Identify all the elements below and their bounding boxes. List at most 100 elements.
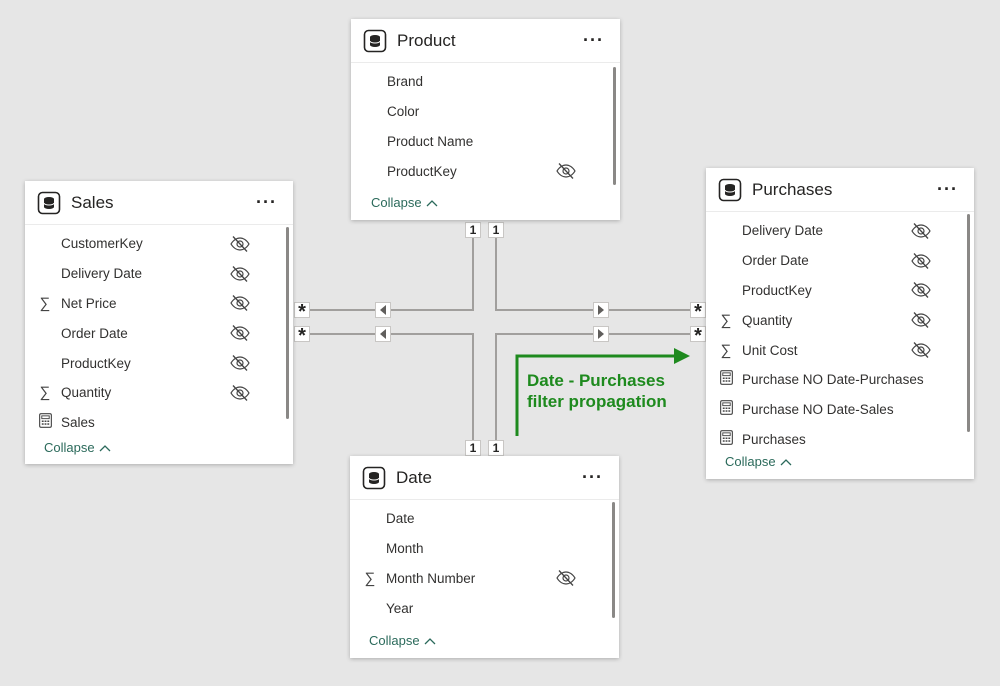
sigma-icon: ∑ [720, 311, 732, 329]
field-row[interactable]: ∑ Quantity [706, 305, 974, 335]
more-options-icon[interactable]: ··· [252, 192, 281, 213]
table-icon [37, 191, 61, 214]
note-line-1: Date - Purchases [527, 371, 665, 390]
field-name: ProductKey [387, 163, 457, 179]
field-name: CustomerKey [61, 236, 143, 252]
field-row[interactable]: Date [350, 504, 619, 534]
field-row[interactable]: ∑ Month Number [350, 564, 619, 594]
hidden-eye-icon [910, 281, 932, 299]
relationship-date-sales [310, 333, 474, 440]
table-header[interactable]: Product ··· [351, 19, 620, 63]
hidden-eye-icon [229, 265, 251, 283]
field-row[interactable]: ∑ Unit Cost [706, 335, 974, 365]
scrollbar[interactable] [612, 502, 615, 618]
table-icon [362, 466, 386, 489]
chevron-up-icon [780, 458, 792, 465]
field-row[interactable]: ProductKey [706, 276, 974, 306]
sigma-icon: ∑ [720, 341, 732, 359]
field-row[interactable]: Delivery Date [25, 259, 293, 289]
table-header[interactable]: Sales ··· [25, 181, 293, 225]
table-title: Purchases [752, 179, 833, 199]
field-name: Delivery Date [61, 266, 143, 282]
hidden-eye-icon [229, 235, 251, 253]
cardinality-one-product-left: 1 [465, 222, 481, 238]
more-options-icon[interactable]: ··· [578, 467, 607, 488]
field-row[interactable]: Purchase NO Date-Purchases [706, 365, 974, 395]
table-title: Sales [71, 192, 114, 212]
calculator-icon [37, 413, 53, 432]
field-name: Product Name [387, 133, 474, 149]
cardinality-many-sales-top: * [294, 302, 310, 322]
field-name: Month [386, 541, 424, 557]
calculator-icon [718, 400, 734, 419]
calculator-icon [718, 370, 734, 389]
field-name: Brand [387, 74, 424, 90]
scrollbar[interactable] [286, 227, 289, 419]
collapse-button[interactable]: Collapse [369, 633, 436, 648]
collapse-label: Collapse [44, 440, 95, 455]
hidden-eye-icon [910, 222, 932, 240]
field-row[interactable]: ProductKey [351, 156, 620, 186]
table-title: Product [397, 30, 456, 50]
cardinality-many-purchases-top: * [690, 302, 706, 322]
field-row[interactable]: Brand [351, 67, 620, 97]
relationship-product-sales [310, 236, 474, 311]
cardinality-one-product-right: 1 [488, 222, 504, 238]
chevron-up-icon [426, 199, 438, 206]
cardinality-one-date-left: 1 [465, 440, 481, 456]
collapse-label: Collapse [369, 633, 420, 648]
field-row[interactable]: ∑ Net Price [25, 289, 293, 319]
table-card-product[interactable]: Product ··· Brand Color Product Name Produc… [351, 19, 620, 220]
field-name: Purchase NO Date-Purchases [742, 372, 924, 388]
field-name: Date [386, 511, 415, 527]
cardinality-one-date-right: 1 [488, 440, 504, 456]
table-card-purchases[interactable]: Purchases ··· Delivery Date Order Date Pro… [706, 168, 974, 479]
field-name: Color [387, 104, 420, 120]
hidden-eye-icon [229, 354, 251, 372]
field-name: Order Date [742, 253, 809, 269]
table-header[interactable]: Purchases ··· [706, 168, 974, 212]
field-row[interactable]: ∑ Quantity [25, 378, 293, 408]
field-name: Purchases [742, 431, 806, 447]
collapse-button[interactable]: Collapse [725, 454, 792, 469]
field-row[interactable]: Sales [25, 408, 293, 438]
collapse-button[interactable]: Collapse [371, 195, 438, 210]
field-row[interactable]: CustomerKey [25, 229, 293, 259]
field-row[interactable]: Purchases [706, 425, 974, 455]
field-row[interactable]: Delivery Date [706, 216, 974, 246]
calculator-icon [718, 430, 734, 449]
field-name: Year [386, 600, 414, 616]
field-row[interactable]: Color [351, 97, 620, 127]
filter-direction-left-icon [375, 326, 391, 342]
field-row[interactable]: Purchase NO Date-Sales [706, 395, 974, 425]
field-name: ProductKey [742, 282, 812, 298]
collapse-button[interactable]: Collapse [44, 440, 111, 455]
table-icon [718, 178, 742, 201]
field-name: ProductKey [61, 355, 131, 371]
field-name: Net Price [61, 295, 117, 311]
field-row[interactable]: Month [350, 534, 619, 564]
table-card-date[interactable]: Date ··· Date Month ∑ Month Number Year Coll… [350, 456, 619, 658]
field-row[interactable]: ProductKey [25, 348, 293, 378]
hidden-eye-icon [229, 294, 251, 312]
field-name: Month Number [386, 570, 476, 586]
field-name: Sales [61, 415, 95, 431]
field-name: Quantity [742, 312, 793, 328]
filter-direction-right-icon [593, 326, 609, 342]
hidden-eye-icon [910, 311, 932, 329]
hidden-eye-icon [910, 341, 932, 359]
field-name: Unit Cost [742, 342, 798, 358]
more-options-icon[interactable]: ··· [933, 179, 962, 200]
table-card-sales[interactable]: Sales ··· CustomerKey Delivery Date ∑ Net P… [25, 181, 293, 464]
field-row[interactable]: Year [350, 593, 619, 623]
field-row[interactable]: Product Name [351, 127, 620, 157]
field-row[interactable]: Order Date [25, 318, 293, 348]
table-header[interactable]: Date ··· [350, 456, 619, 500]
more-options-icon[interactable]: ··· [579, 30, 608, 51]
field-name: Order Date [61, 325, 128, 341]
field-row[interactable]: Order Date [706, 246, 974, 276]
scrollbar[interactable] [967, 214, 970, 432]
filter-propagation-note: Date - Purchases filter propagation [527, 370, 667, 412]
field-name: Quantity [61, 385, 112, 401]
scrollbar[interactable] [613, 67, 616, 185]
